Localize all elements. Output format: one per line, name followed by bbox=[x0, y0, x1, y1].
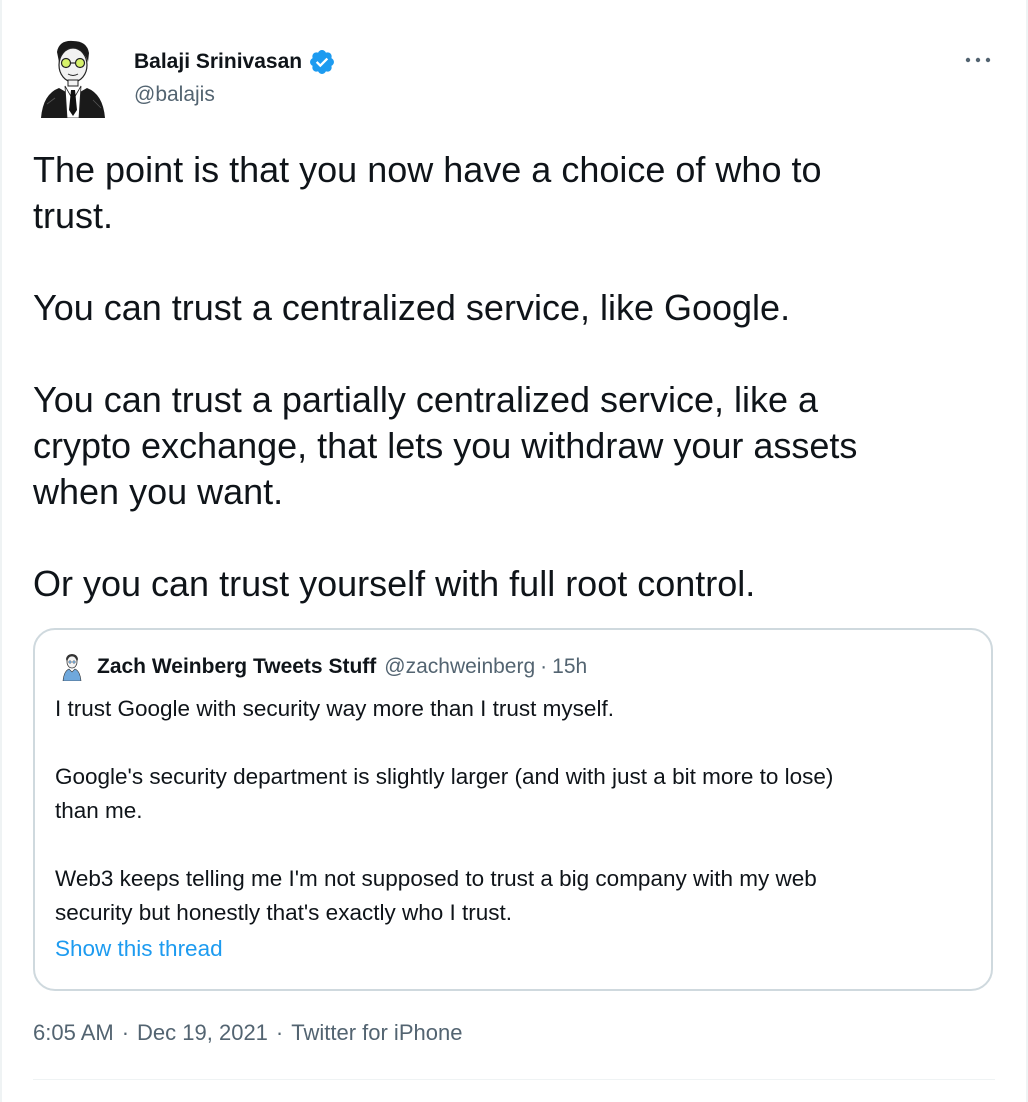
tweet-text: The point is that you now have a choice … bbox=[33, 149, 858, 604]
ellipsis-icon[interactable] bbox=[963, 50, 993, 70]
sketch-portrait-avatar-icon bbox=[35, 38, 111, 118]
meta-separator: · bbox=[275, 1020, 284, 1045]
tweet-header: Balaji Srinivasan @balajis bbox=[33, 38, 995, 128]
divider bbox=[33, 1079, 995, 1080]
tweet-meta: 6:05 AM · Dec 19, 2021 · Twitter for iPh… bbox=[33, 1020, 462, 1046]
quoted-author-handle: @zachweinberg bbox=[384, 655, 536, 678]
meta-separator: · bbox=[121, 1020, 130, 1045]
avatar[interactable] bbox=[35, 38, 111, 118]
author-name-row: Balaji Srinivasan bbox=[134, 48, 336, 76]
left-border bbox=[0, 0, 2, 1102]
tweet-time[interactable]: 6:05 AM bbox=[33, 1020, 114, 1046]
tweet-source: Twitter for iPhone bbox=[291, 1020, 463, 1045]
tweet-date[interactable]: Dec 19, 2021 bbox=[137, 1020, 268, 1046]
quoted-tweet-card[interactable]: Zach Weinberg Tweets Stuff @zachweinberg… bbox=[33, 628, 993, 991]
quoted-author-avatar bbox=[61, 653, 83, 682]
sketch-portrait-small-icon bbox=[61, 653, 83, 682]
quoted-separator: · bbox=[540, 655, 548, 678]
quoted-timestamp: 15h bbox=[552, 655, 588, 678]
quoted-author-name: Zach Weinberg Tweets Stuff bbox=[97, 655, 377, 678]
verified-badge-icon bbox=[308, 48, 336, 76]
author-name[interactable]: Balaji Srinivasan bbox=[134, 50, 302, 74]
author-handle[interactable]: @balajis bbox=[134, 83, 215, 107]
show-thread-link[interactable]: Show this thread bbox=[55, 936, 223, 962]
quoted-tweet-text: I trust Google with security way more th… bbox=[55, 696, 834, 925]
quoted-tweet-header: Zach Weinberg Tweets Stuff @zachweinberg… bbox=[61, 652, 587, 682]
